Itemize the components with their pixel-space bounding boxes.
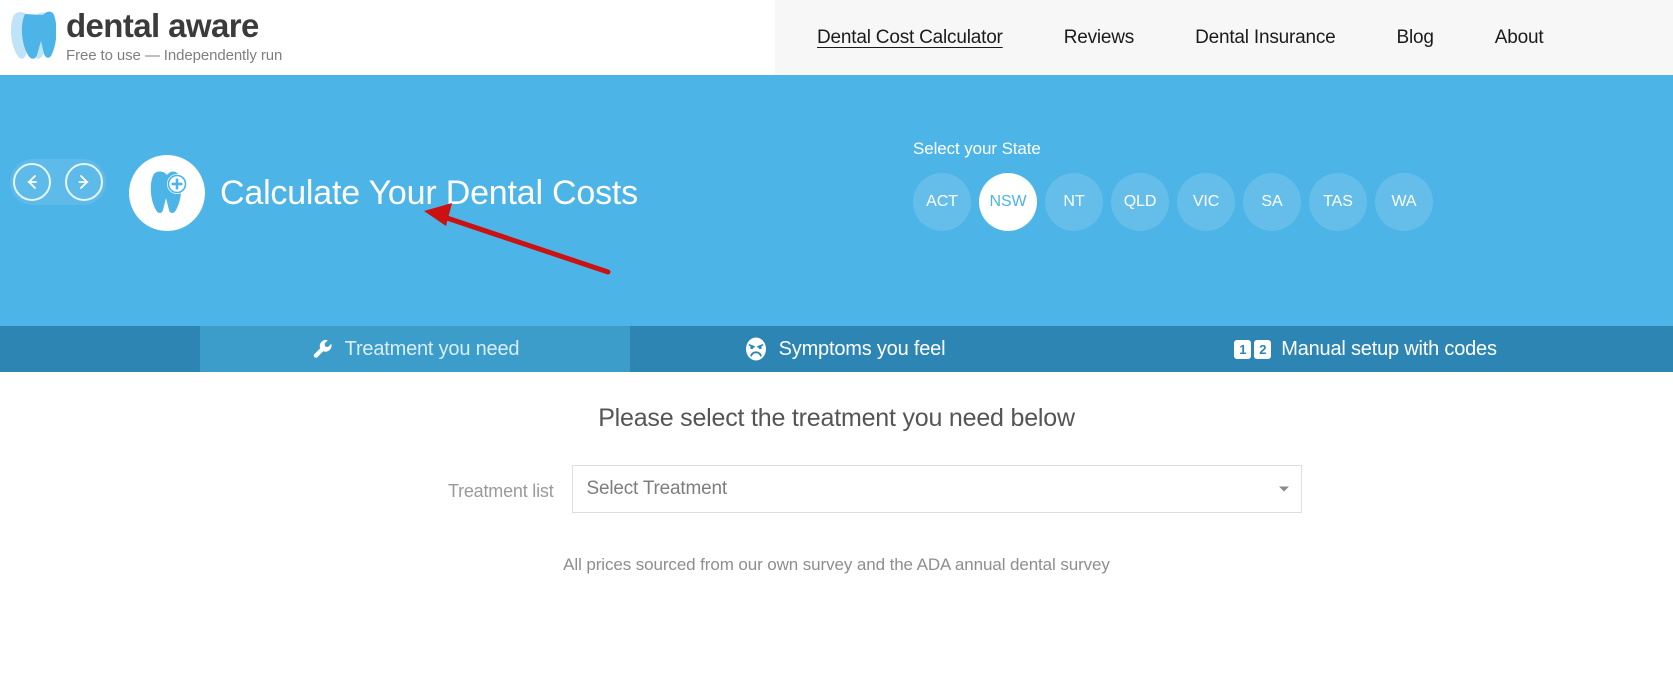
number-codes-icon: 1 2 [1234,339,1272,359]
brand-block[interactable]: dental aware Free to use — Independently… [0,0,775,75]
page-root: dental aware Free to use — Independently… [0,0,1673,682]
state-pill-sa[interactable]: SA [1243,173,1301,231]
tab-treatment-you-need[interactable]: Treatment you need [200,326,630,372]
brand-text: dental aware Free to use — Independently… [66,9,282,65]
carousel-controls [10,159,106,205]
pricing-source-note: All prices sourced from our own survey a… [563,555,1110,574]
state-pill-group: ACT NSW NT QLD VIC SA TAS WA [913,173,1433,231]
nav-item-dental-insurance[interactable]: Dental Insurance [1195,27,1336,49]
treatment-select[interactable]: Select Treatment [571,465,1302,513]
tab-bar: Treatment you need Symptoms you feel 1 2… [0,326,1673,372]
tab-manual-setup-with-codes[interactable]: 1 2 Manual setup with codes [1058,326,1673,372]
code-box-one: 1 [1234,339,1252,359]
state-selector-label: Select your State [913,139,1041,158]
treatment-select-value: Select Treatment [586,478,728,499]
state-pill-vic[interactable]: VIC [1177,173,1235,231]
tab-label-treatment: Treatment you need [344,337,520,360]
state-pill-tas[interactable]: TAS [1309,173,1367,231]
hero-banner: Calculate Your Dental Costs Select your … [0,75,1673,326]
nav-item-blog[interactable]: Blog [1397,27,1434,49]
state-pill-nsw[interactable]: NSW [979,173,1037,231]
tooth-logo-icon [8,11,56,65]
treatment-list-label: Treatment list [447,481,554,501]
state-pill-wa[interactable]: WA [1375,173,1433,231]
main-content: Please select the treatment you need bel… [0,372,1673,682]
site-header: dental aware Free to use — Independently… [0,0,1673,75]
code-box-two: 2 [1254,339,1272,359]
nav-item-reviews[interactable]: Reviews [1064,27,1135,49]
tab-bar-left-filler [0,326,200,372]
arrow-left-circle-icon[interactable] [13,163,51,201]
hero-title: Calculate Your Dental Costs [220,174,638,212]
state-selector: Select your State ACT NSW NT QLD VIC SA … [913,139,1433,231]
nav-item-dental-cost-calculator[interactable]: Dental Cost Calculator [817,27,1003,49]
sad-face-icon [743,336,769,362]
tab-label-manual-codes: Manual setup with codes [1281,337,1497,360]
tooth-plus-icon [129,155,205,231]
treatment-field-row: Treatment list Select Treatment [0,465,1673,513]
page-title: Please select the treatment you need bel… [598,404,1075,432]
tab-label-symptoms: Symptoms you feel [778,337,946,360]
tab-symptoms-you-feel[interactable]: Symptoms you feel [630,326,1058,372]
arrow-right-circle-icon[interactable] [65,163,103,201]
state-pill-act[interactable]: ACT [913,173,971,231]
nav-item-about[interactable]: About [1495,27,1544,49]
brand-name: dental aware [66,7,259,45]
state-pill-qld[interactable]: QLD [1111,173,1169,231]
state-pill-nt[interactable]: NT [1045,173,1103,231]
wrench-icon [311,337,335,361]
chevron-down-icon[interactable] [1278,486,1289,492]
brand-tagline: Free to use — Independently run [66,47,283,65]
main-navigation: Dental Cost Calculator Reviews Dental In… [775,0,1673,75]
